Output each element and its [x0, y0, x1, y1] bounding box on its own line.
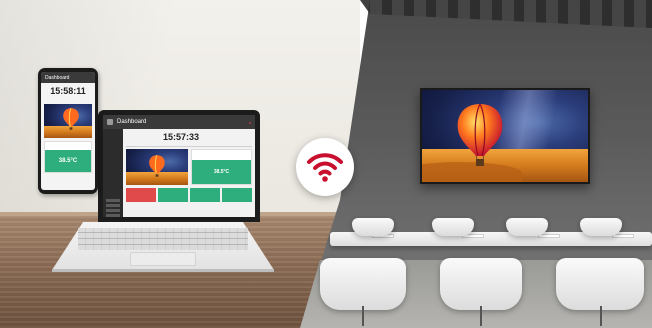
laptop-dashboard-title: Dashboard	[117, 119, 147, 125]
hot-air-balloon-icon	[457, 103, 503, 166]
status-tile-alert	[126, 188, 156, 202]
phone-dashboard-header: Dashboard	[41, 72, 95, 83]
composite-scene: Dashboard ● 15:57:33 38.5°C Dashboard 15…	[0, 0, 652, 328]
laptop-dashboard-sidebar	[103, 129, 123, 217]
laptop-dashboard-body: 15:57:33 38.5°C	[103, 129, 255, 217]
laptop-status-tiles	[126, 188, 252, 202]
wall-display-screen	[422, 90, 588, 182]
sidebar-item	[106, 199, 120, 202]
hot-air-balloon-icon	[63, 108, 79, 130]
laptop-dashboard-header: Dashboard ●	[103, 115, 255, 129]
chair-back-far	[506, 218, 548, 236]
divider	[126, 146, 252, 147]
hot-air-balloon-icon	[149, 155, 165, 177]
chair-front	[556, 258, 644, 310]
chair-front	[440, 258, 522, 310]
laptop: Dashboard ● 15:57:33 38.5°C	[98, 110, 260, 222]
phone-balloon-image	[44, 104, 92, 138]
phone-clock: 15:58:11	[50, 86, 86, 96]
smartphone: Dashboard 15:58:11 38.5°C	[38, 68, 98, 194]
sidebar-item	[106, 204, 120, 207]
phone-temperature-value: 38.5°C	[45, 150, 91, 172]
chair-back-far	[432, 218, 474, 236]
laptop-balloon-image	[126, 149, 188, 185]
wifi-icon	[307, 153, 343, 182]
laptop-temperature-value: 38.5°C	[192, 160, 251, 184]
wireless-connection-badge	[296, 138, 354, 196]
status-tile	[190, 188, 220, 202]
laptop-dashboard-main: 15:57:33 38.5°C	[123, 129, 255, 217]
status-tile	[158, 188, 188, 202]
chair-leg	[362, 306, 364, 326]
chair-back-far	[580, 218, 622, 236]
chair-leg	[600, 306, 602, 326]
status-tile	[222, 188, 252, 202]
laptop-base-edge	[52, 269, 274, 272]
smartphone-screen: Dashboard 15:58:11 38.5°C	[41, 72, 95, 190]
laptop-dashboard-row: 38.5°C	[126, 149, 252, 185]
sidebar-item	[106, 209, 120, 212]
chair-back-far	[352, 218, 394, 236]
sidebar-item	[106, 214, 120, 217]
grid-icon	[107, 119, 113, 125]
chair-leg	[480, 306, 482, 326]
laptop-temperature-card: 38.5°C	[191, 149, 252, 185]
laptop-clock: 15:57:33	[163, 132, 200, 142]
laptop-trackpad	[130, 252, 196, 266]
phone-temperature-card: 38.5°C	[44, 141, 92, 173]
laptop-keyboard	[78, 228, 248, 250]
chair-front	[320, 258, 406, 310]
wall-display	[420, 88, 590, 184]
brand-mark-icon: ●	[248, 119, 251, 125]
laptop-screen: Dashboard ● 15:57:33 38.5°C	[103, 115, 255, 217]
